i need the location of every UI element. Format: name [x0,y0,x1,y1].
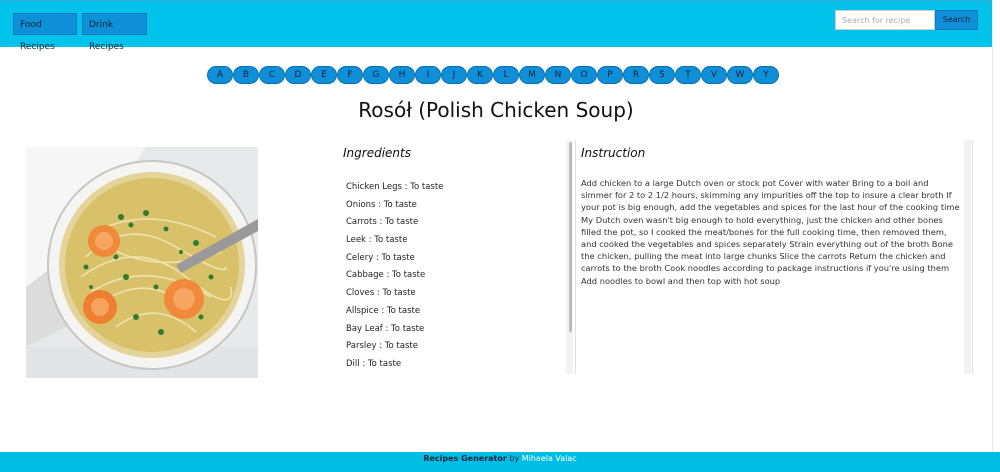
letter-button-m[interactable]: M [519,66,545,84]
letter-button-h[interactable]: H [389,66,415,84]
recipe-title: Rosół (Polish Chicken Soup) [358,98,634,122]
ingredient-item: Carrots : To taste [346,217,419,228]
ingredient-item: Bay Leaf : To taste [346,323,425,334]
letter-button-c[interactable]: C [259,66,285,84]
letter-button-n[interactable]: N [545,66,571,84]
footer: Recipes Generator by Mihaela Valac [0,452,1000,472]
letter-button-w[interactable]: W [727,66,753,84]
page-scrollbar[interactable] [992,0,1000,472]
ingredients-heading: Ingredients [343,146,411,160]
ingredient-item: Dill : To taste [346,358,402,369]
ingredient-item: Cabbage : To taste [346,270,426,281]
letter-button-j[interactable]: J [441,66,467,84]
top-navbar: Food Recipes Drink Recipes Search [0,0,992,52]
footer-author-link[interactable]: Mihaela Valac [522,454,577,463]
letter-button-g[interactable]: G [363,66,389,84]
food-recipes-button[interactable]: Food Recipes [13,13,77,52]
recipe-photo [26,147,258,378]
ingredient-item: Parsley : To taste [346,341,418,352]
letter-button-l[interactable]: L [493,66,519,84]
soup-bowl-image [26,147,258,378]
ingredient-item: Celery : To taste [346,252,415,263]
footer-by: by [509,454,520,463]
letter-button-f[interactable]: F [337,66,363,84]
letter-button-s[interactable]: S [649,66,675,84]
search-button[interactable]: Search [935,10,978,30]
letter-button-k[interactable]: K [467,66,493,84]
letter-button-a[interactable]: A [207,66,233,84]
drink-recipes-button[interactable]: Drink Recipes [82,13,147,52]
ingredient-item: Leek : To taste [346,235,408,246]
ingredients-list: Chicken Legs : To taste Onions : To taste… [346,180,556,375]
search-input[interactable] [835,10,935,30]
letter-button-y[interactable]: Y [753,66,779,84]
letter-button-v[interactable]: V [701,66,727,84]
ingredient-item: Cloves : To taste [346,288,416,299]
letter-button-r[interactable]: R [623,66,649,84]
ingredient-item: Chicken Legs : To taste [346,182,444,192]
letter-button-p[interactable]: P [597,66,623,84]
ingredients-scroll-thumb[interactable] [569,142,572,332]
instruction-text: Add chicken to a large Dutch oven or sto… [581,178,960,286]
ingredient-item: Onions : To taste [346,199,417,210]
ingredient-item: Allspice : To taste [346,305,421,316]
instruction-scrollbar[interactable] [964,140,971,374]
letter-button-i[interactable]: I [415,66,441,84]
letter-button-o[interactable]: O [571,66,597,84]
instruction-heading: Instruction [581,146,646,160]
letter-button-t[interactable]: T [675,66,701,84]
letter-button-d[interactable]: D [285,66,311,84]
letter-button-e[interactable]: E [311,66,337,84]
footer-brand: Recipes Generator [423,454,507,463]
letter-button-b[interactable]: B [233,66,259,84]
